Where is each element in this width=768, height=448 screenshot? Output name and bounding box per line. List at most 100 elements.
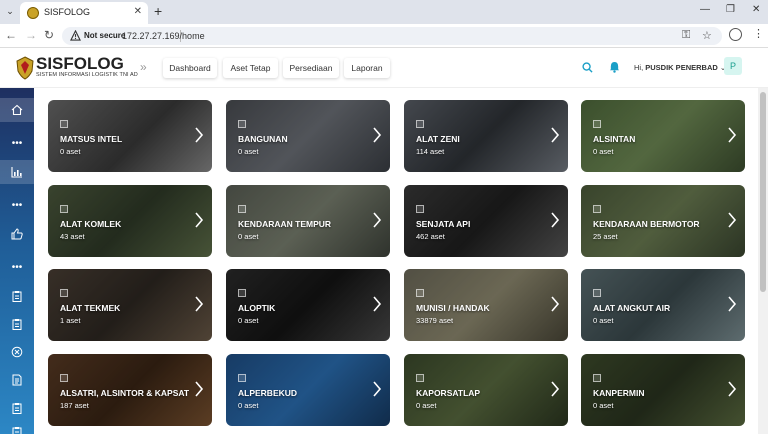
card-title: MUNISI / HANDAK: [416, 303, 490, 313]
clipboard-icon: [12, 319, 22, 330]
scrollbar-thumb[interactable]: [760, 92, 766, 292]
sidebar-item-more-3[interactable]: •••: [0, 256, 34, 280]
browser-tab[interactable]: SISFOLOG ✕: [20, 2, 148, 24]
card-title: ALAT KOMLEK: [60, 219, 122, 229]
card-asset-count: 0 aset: [238, 232, 259, 241]
category-card[interactable]: KENDARAAN TEMPUR 0 aset: [226, 185, 390, 257]
sidebar-item-clipboard-2[interactable]: [0, 312, 34, 336]
chevron-right-icon[interactable]: [727, 126, 737, 144]
scrollbar[interactable]: [758, 88, 768, 434]
card-asset-count: 0 aset: [60, 147, 81, 156]
minimize-icon[interactable]: —: [700, 4, 710, 15]
card-title: ALSINTAN: [593, 134, 636, 144]
chevron-right-icon[interactable]: [194, 211, 204, 229]
warning-icon: [70, 30, 81, 41]
sidebar-item-clipboard-4[interactable]: [0, 420, 34, 444]
browser-menu-icon[interactable]: ⋮: [753, 27, 764, 40]
chevron-right-icon[interactable]: [727, 380, 737, 398]
window-close-icon[interactable]: ✕: [752, 4, 760, 15]
tab-search-icon[interactable]: ⌄: [3, 4, 17, 18]
notification-bell-icon[interactable]: [609, 61, 620, 73]
chevron-right-icon[interactable]: [372, 380, 382, 398]
new-tab-button[interactable]: +: [154, 3, 162, 19]
chevron-right-icon[interactable]: [550, 211, 560, 229]
category-card[interactable]: MATSUS INTEL 0 aset: [48, 100, 212, 172]
broken-image-icon: [238, 289, 246, 297]
sidebar-item-clipboard-1[interactable]: [0, 284, 34, 308]
sidebar-toggle-chevron-icon[interactable]: »: [140, 60, 147, 74]
chevron-right-icon[interactable]: [727, 211, 737, 229]
browser-tab-bar: ⌄ SISFOLOG ✕ + — ❐ ✕: [0, 0, 768, 24]
sidebar-item-approval[interactable]: [0, 222, 34, 246]
chart-icon: [11, 167, 22, 178]
nav-laporan[interactable]: Laporan: [344, 58, 390, 78]
broken-image-icon: [238, 374, 246, 382]
password-key-icon[interactable]: ⚿: [682, 29, 690, 42]
category-card[interactable]: ALOPTIK 0 aset: [226, 269, 390, 341]
favicon-icon: [27, 7, 39, 19]
category-card[interactable]: ALAT KOMLEK 43 aset: [48, 185, 212, 257]
category-card[interactable]: KAPORSATLAP 0 aset: [404, 354, 568, 426]
card-asset-count: 0 aset: [238, 316, 259, 325]
sidebar-item-chart[interactable]: [0, 160, 34, 184]
sidebar-item-more-1[interactable]: •••: [0, 132, 34, 156]
sidebar-item-more-2[interactable]: •••: [0, 194, 34, 218]
card-asset-count: 114 aset: [416, 147, 445, 156]
category-grid: MATSUS INTEL 0 aset BANGUNAN 0 aset ALAT ZEN…: [34, 88, 758, 434]
chevron-right-icon[interactable]: [194, 380, 204, 398]
nav-persediaan[interactable]: Persediaan: [283, 58, 339, 78]
tni-ad-logo: [16, 56, 34, 80]
card-asset-count: 0 aset: [238, 147, 259, 156]
card-asset-count: 43 aset: [60, 232, 85, 241]
broken-image-icon: [416, 374, 424, 382]
category-card[interactable]: ALAT ZENI 114 aset: [404, 100, 568, 172]
sidebar-item-home[interactable]: [0, 98, 34, 122]
user-menu[interactable]: Hi, PUSDIK PENERBAD ⌄: [634, 63, 726, 72]
url-text[interactable]: 172.27.27.169/home: [122, 31, 205, 41]
category-card[interactable]: MUNISI / HANDAK 33879 aset: [404, 269, 568, 341]
sidebar-item-document[interactable]: [0, 368, 34, 392]
profile-icon[interactable]: [729, 28, 742, 41]
user-name: PUSDIK PENERBAD: [645, 63, 718, 72]
omnibox[interactable]: Not secure 172.27.27.169/home ⚿ ☆: [62, 27, 722, 45]
category-card[interactable]: SENJATA API 462 aset: [404, 185, 568, 257]
chevron-right-icon[interactable]: [550, 295, 560, 313]
not-secure-label[interactable]: Not secure: [84, 31, 125, 40]
category-card[interactable]: BANGUNAN 0 aset: [226, 100, 390, 172]
category-card[interactable]: ALPERBEKUD 0 aset: [226, 354, 390, 426]
app-header: SISFOLOG SISTEM INFORMASI LOGISTIK TNI A…: [0, 48, 768, 88]
chevron-right-icon[interactable]: [372, 126, 382, 144]
chevron-right-icon[interactable]: [550, 380, 560, 398]
reload-icon[interactable]: ↻: [44, 28, 54, 42]
category-card[interactable]: KENDARAAN BERMOTOR 25 aset: [581, 185, 745, 257]
tab-close-icon[interactable]: ✕: [134, 6, 142, 17]
chevron-right-icon[interactable]: [372, 211, 382, 229]
back-icon[interactable]: ←: [5, 28, 17, 42]
chevron-right-icon[interactable]: [727, 295, 737, 313]
category-card[interactable]: ALSINTAN 0 aset: [581, 100, 745, 172]
broken-image-icon: [593, 374, 601, 382]
avatar[interactable]: P: [724, 57, 742, 75]
sidebar-item-clipboard-3[interactable]: [0, 396, 34, 420]
nav-aset-tetap[interactable]: Aset Tetap: [223, 58, 278, 78]
broken-image-icon: [416, 205, 424, 213]
card-title: SENJATA API: [416, 219, 471, 229]
chevron-right-icon[interactable]: [194, 295, 204, 313]
category-card[interactable]: ALAT TEKMEK 1 aset: [48, 269, 212, 341]
chevron-right-icon[interactable]: [550, 126, 560, 144]
bookmark-star-icon[interactable]: ☆: [702, 29, 712, 42]
nav-dashboard[interactable]: Dashboard: [163, 58, 217, 78]
sidebar-item-cancel[interactable]: [0, 340, 34, 364]
category-card[interactable]: KANPERMIN 0 aset: [581, 354, 745, 426]
search-icon[interactable]: [582, 62, 593, 73]
document-icon: [12, 374, 22, 386]
chevron-right-icon[interactable]: [194, 126, 204, 144]
card-asset-count: 187 aset: [60, 401, 89, 410]
maximize-icon[interactable]: ❐: [726, 4, 735, 15]
broken-image-icon: [593, 289, 601, 297]
card-title: KENDARAAN TEMPUR: [238, 219, 332, 229]
chevron-right-icon[interactable]: [372, 295, 382, 313]
forward-icon[interactable]: →: [25, 28, 37, 42]
category-card[interactable]: ALAT ANGKUT AIR 0 aset: [581, 269, 745, 341]
category-card[interactable]: ALSATRI, ALSINTOR & KAPSAT 187 aset: [48, 354, 212, 426]
